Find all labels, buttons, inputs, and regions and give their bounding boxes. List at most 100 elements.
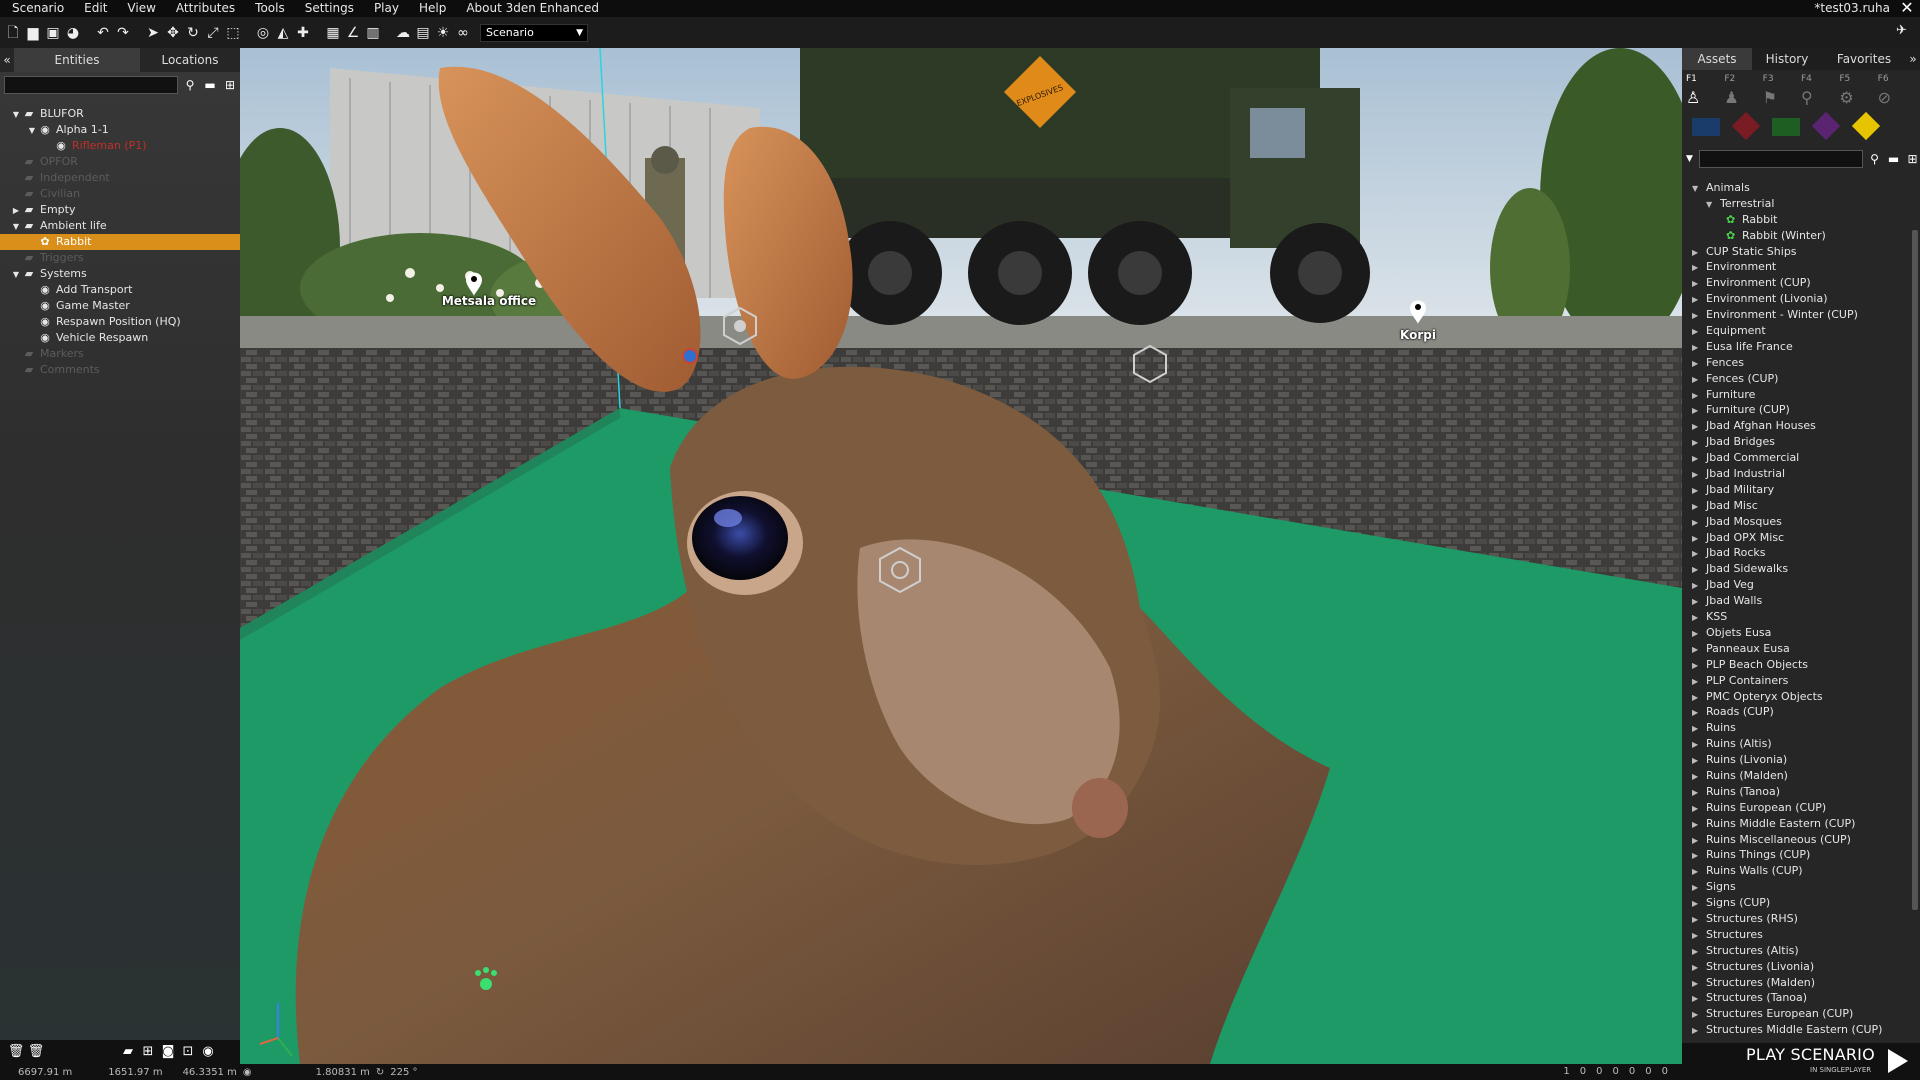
asset-tree-item[interactable]: ▶ Structures (Livonia): [1682, 959, 1920, 975]
side-empty-swatch[interactable]: [1846, 111, 1886, 141]
entity-tree-item[interactable]: ▰ Independent: [0, 170, 240, 186]
expanded-icon[interactable]: ▼: [10, 219, 22, 235]
collapsed-icon[interactable]: ▶: [1692, 324, 1706, 340]
vertical-mode-icon[interactable]: ✚: [294, 23, 312, 43]
collapsed-icon[interactable]: ▶: [1692, 546, 1706, 562]
entity-tree-item[interactable]: ▰ Civilian: [0, 186, 240, 202]
eye-icon[interactable]: ◉: [198, 1043, 218, 1061]
sun-icon[interactable]: ☀: [434, 23, 452, 43]
asset-tree-item[interactable]: ▶ Jbad Rocks: [1682, 545, 1920, 561]
move-icon[interactable]: ✥: [164, 23, 182, 43]
asset-tree-item[interactable]: ▶ PLP Containers: [1682, 673, 1920, 689]
asset-tree-item[interactable]: ▶ Environment (Livonia): [1682, 291, 1920, 307]
grid-icon[interactable]: ▦: [324, 23, 342, 43]
expanded-icon[interactable]: ▼: [26, 123, 38, 139]
collapsed-icon[interactable]: ▶: [1692, 912, 1706, 928]
asset-tree-item[interactable]: ▶ Structures (RHS): [1682, 911, 1920, 927]
collapsed-icon[interactable]: ▶: [1692, 721, 1706, 737]
play-scenario-button[interactable]: PLAY SCENARIO IN SINGLEPLAYER: [1682, 1043, 1920, 1080]
entity-tree-item[interactable]: ▰ Markers: [0, 346, 240, 362]
asset-tree-item[interactable]: ▶ KSS: [1682, 609, 1920, 625]
collapsed-icon[interactable]: ▶: [10, 203, 22, 219]
asset-tree-item[interactable]: ✿ Rabbit (Winter): [1682, 228, 1920, 244]
collapsed-icon[interactable]: ▶: [1692, 245, 1706, 261]
collapsed-icon[interactable]: ▶: [1692, 944, 1706, 960]
tab-entities[interactable]: Entities: [14, 48, 140, 72]
lock-icon[interactable]: ⊡: [178, 1043, 198, 1061]
asset-tree-item[interactable]: ▶ Environment - Winter (CUP): [1682, 307, 1920, 323]
entity-tree-item[interactable]: ▶ ▰ Empty: [0, 202, 240, 218]
collapsed-icon[interactable]: ▶: [1692, 308, 1706, 324]
assets-scrollbar[interactable]: [1912, 230, 1918, 910]
asset-tree-item[interactable]: ▶ Equipment: [1682, 323, 1920, 339]
asset-tree-item[interactable]: ▶ Structures (Altis): [1682, 943, 1920, 959]
side-civilian-swatch[interactable]: [1806, 111, 1846, 141]
angle-icon[interactable]: ∠: [344, 23, 362, 43]
expanded-icon[interactable]: ▼: [1692, 181, 1706, 197]
collapsed-icon[interactable]: ▶: [1692, 753, 1706, 769]
asset-tree-item[interactable]: ▶ Ruins Miscellaneous (CUP): [1682, 832, 1920, 848]
asset-tree-item[interactable]: ▶ Jbad Walls: [1682, 593, 1920, 609]
collapsed-icon[interactable]: ▶: [1692, 737, 1706, 753]
asset-tree-item[interactable]: ▶ Jbad Military: [1682, 482, 1920, 498]
asset-tree-item[interactable]: ▶ PLP Beach Objects: [1682, 657, 1920, 673]
asset-tree-item[interactable]: ▶ Ruins European (CUP): [1682, 800, 1920, 816]
asset-tree-item[interactable]: ▶ Roads (CUP): [1682, 704, 1920, 720]
collapsed-icon[interactable]: ▶: [1692, 896, 1706, 912]
search-icon[interactable]: ⚲: [1867, 151, 1882, 167]
area-icon[interactable]: ⬚: [224, 23, 242, 43]
collapse-left-icon[interactable]: «: [0, 48, 14, 72]
save-icon[interactable]: ▣: [44, 23, 62, 43]
asset-tree-item[interactable]: ▼ Animals: [1682, 180, 1920, 196]
asset-tree-item[interactable]: ▶ Ruins (Malden): [1682, 768, 1920, 784]
asset-tree-item[interactable]: ▶ Jbad Bridges: [1682, 434, 1920, 450]
expand-all-icon[interactable]: ⊞: [222, 77, 238, 93]
entities-search-input[interactable]: [4, 76, 178, 94]
asset-tree-item[interactable]: ▶ Jbad Misc: [1682, 498, 1920, 514]
asset-tree-item[interactable]: ▶ Structures Middle Eastern (CUP): [1682, 1022, 1920, 1038]
asset-tree-item[interactable]: ▶ Ruins (Livonia): [1682, 752, 1920, 768]
new-layer-icon[interactable]: ⊞: [138, 1043, 158, 1061]
entity-tree-item[interactable]: ▼ ◉ Alpha 1-1: [0, 122, 240, 138]
collapsed-icon[interactable]: ▶: [1692, 260, 1706, 276]
collapse-all-icon[interactable]: ▬: [1886, 151, 1901, 167]
globe-icon[interactable]: ◎: [254, 23, 272, 43]
collapsed-icon[interactable]: ▶: [1692, 531, 1706, 547]
camera-icon[interactable]: ◙: [158, 1043, 178, 1061]
collapsed-icon[interactable]: ▶: [1692, 594, 1706, 610]
asset-tree-item[interactable]: ▶ Eusa life France: [1682, 339, 1920, 355]
expanded-icon[interactable]: ▼: [1706, 197, 1720, 213]
collapsed-icon[interactable]: ▶: [1692, 483, 1706, 499]
new-file-icon[interactable]: 🗋: [4, 23, 22, 43]
assets-search-input[interactable]: [1699, 150, 1864, 168]
collapsed-icon[interactable]: ▶: [1692, 578, 1706, 594]
asset-tree-item[interactable]: ▶ Structures European (CUP): [1682, 1006, 1920, 1022]
asset-tree-item[interactable]: ▶ Structures (Tanoa): [1682, 990, 1920, 1006]
asset-tree-item[interactable]: ▶ CUP Static Ships: [1682, 244, 1920, 260]
collapsed-icon[interactable]: ▶: [1692, 340, 1706, 356]
entity-tree-item[interactable]: ◉ Game Master: [0, 298, 240, 314]
asset-tree-item[interactable]: ▶ Objets Eusa: [1682, 625, 1920, 641]
asset-tree-item[interactable]: ▶ Signs (CUP): [1682, 895, 1920, 911]
modules-icon[interactable]: ⚙: [1839, 88, 1877, 108]
triggers-icon[interactable]: ⚑: [1763, 88, 1801, 108]
asset-tree-item[interactable]: ▶ Structures: [1682, 927, 1920, 943]
collapsed-icon[interactable]: ▶: [1692, 991, 1706, 1007]
collapsed-icon[interactable]: ▶: [1692, 499, 1706, 515]
asset-tree-item[interactable]: ▶ Ruins (Altis): [1682, 736, 1920, 752]
menu-about-3den-enhanced[interactable]: About 3den Enhanced: [456, 0, 609, 17]
menu-tools[interactable]: Tools: [245, 0, 295, 17]
waypoints-icon[interactable]: ⚲: [1801, 88, 1839, 108]
select-icon[interactable]: ➤: [144, 23, 162, 43]
rotate-icon[interactable]: ↻: [184, 23, 202, 43]
collapsed-icon[interactable]: ▶: [1692, 292, 1706, 308]
collapsed-icon[interactable]: ▶: [1692, 833, 1706, 849]
entity-tree-item[interactable]: ◉ Vehicle Respawn: [0, 330, 240, 346]
collapsed-icon[interactable]: ▶: [1692, 880, 1706, 896]
entity-tree-item[interactable]: ◉ Add Transport: [0, 282, 240, 298]
collapse-right-icon[interactable]: »: [1906, 48, 1920, 70]
tab-locations[interactable]: Locations: [140, 48, 240, 72]
collapsed-icon[interactable]: ▶: [1692, 276, 1706, 292]
side-opfor-swatch[interactable]: [1726, 111, 1766, 141]
menu-help[interactable]: Help: [409, 0, 456, 17]
